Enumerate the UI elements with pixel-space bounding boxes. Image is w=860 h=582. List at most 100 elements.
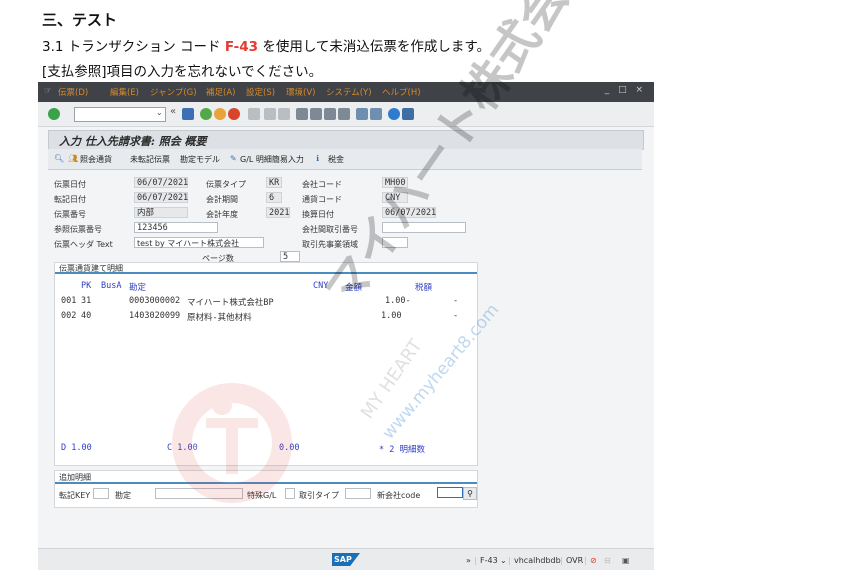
next-page-icon[interactable] xyxy=(324,108,336,120)
edit-icon[interactable]: ✎ xyxy=(230,154,237,163)
status-server: vhcalhdbdb xyxy=(514,556,561,565)
trans-type-field[interactable] xyxy=(345,488,371,499)
taxes-button[interactable]: 税金 xyxy=(328,154,344,165)
posting-date-label: 転記日付 xyxy=(54,195,86,204)
trading-partner-field[interactable] xyxy=(382,237,408,248)
display-currency-button[interactable]: 照会通貨 xyxy=(80,154,112,165)
screen-title: 入力 仕入先請求書: 照会 概要 xyxy=(59,135,207,148)
debit-total: D 1.00 xyxy=(61,443,92,453)
account-field[interactable] xyxy=(155,488,243,499)
col-busa: BusA xyxy=(101,281,122,291)
doc-type-field: KR xyxy=(266,177,282,188)
instruction-pre: 3.1 トランザクション コード xyxy=(42,39,225,55)
people-icon[interactable]: 👥︎ xyxy=(68,154,78,163)
col-amount: 金額 xyxy=(345,283,363,293)
col-pk: PK xyxy=(81,281,92,291)
credit-total: C 1.00 xyxy=(167,443,198,453)
header-text-field[interactable]: test by マイハート株式会社 xyxy=(134,237,264,248)
back-double-icon[interactable]: « xyxy=(170,106,176,117)
period-label: 会計期間 xyxy=(206,195,238,204)
row-name: マイハート株式会社BP xyxy=(187,298,274,308)
find-icon[interactable] xyxy=(264,108,276,120)
col-tax: 税額 xyxy=(415,283,433,293)
additional-items-section: 追加明細 転記KEY 勘定 特殊G/L 取引タイプ 新会社code ⚲ xyxy=(54,470,478,508)
section-heading: 三、テスト xyxy=(42,11,118,29)
parked-documents-button[interactable]: 未転記伝票 xyxy=(130,154,170,165)
menu-goto[interactable]: ジャンプ(G) xyxy=(150,86,197,98)
transaction-code: F-43 xyxy=(224,39,259,55)
doc-no-label: 伝票番号 xyxy=(54,210,86,219)
menu-icon[interactable]: ☞ xyxy=(44,86,52,96)
cancel-icon[interactable] xyxy=(228,108,240,120)
expand-icon[interactable]: » xyxy=(466,556,471,565)
instruction-post: を使用して未消込伝票を作成します。 xyxy=(258,39,491,55)
menu-settings[interactable]: 設定(S) xyxy=(246,86,275,98)
row-pk: 40 xyxy=(81,311,92,321)
command-field[interactable] xyxy=(74,107,166,122)
layout-icon[interactable] xyxy=(402,108,414,120)
row-pk: 31 xyxy=(81,296,92,306)
last-page-icon[interactable] xyxy=(338,108,350,120)
translation-date-label: 換算日付 xyxy=(302,210,334,219)
menu-system[interactable]: システム(Y) xyxy=(326,86,372,98)
chevron-down-icon[interactable]: ⌄ xyxy=(156,108,163,117)
doc-no-field: 内部 xyxy=(134,207,188,218)
special-gl-label: 特殊G/L xyxy=(247,491,277,500)
posting-key-label: 転記KEY xyxy=(59,491,91,500)
new-company-field[interactable] xyxy=(437,487,463,498)
display-icon[interactable]: ▣ xyxy=(622,556,630,565)
reference-field[interactable]: 123456 xyxy=(134,222,218,233)
new-session-icon[interactable] xyxy=(356,108,368,120)
row-account: 1403020099 xyxy=(129,311,181,321)
shortcut-icon[interactable] xyxy=(370,108,382,120)
doc-date-field: 06/07/2021 xyxy=(134,177,188,188)
help-icon[interactable] xyxy=(388,108,400,120)
row-account: 0003000002 xyxy=(129,296,181,306)
status-tcode: F-43 xyxy=(480,556,498,565)
gl-fast-entry-button[interactable]: G/L 明細簡易入力 xyxy=(240,154,304,165)
lock-icon: ⊘ xyxy=(590,556,597,565)
posting-key-field[interactable] xyxy=(93,488,109,499)
menu-environment[interactable]: 環境(V) xyxy=(286,86,315,98)
status-bar: SAP » | F-43 ⌄ | vhcalhdbdb | OVR | ⊘ ⊟ … xyxy=(38,548,654,570)
system-toolbar: ⌄ « xyxy=(38,102,654,127)
menu-edit[interactable]: 編集(E) xyxy=(110,86,139,98)
instruction-line-1: 3.1 トランザクション コード F-43 を使用して未消込伝票を作成します。 xyxy=(42,35,490,55)
company-code-label: 会社コード xyxy=(302,180,342,189)
special-gl-field[interactable] xyxy=(285,488,295,499)
col-account: 勘定 xyxy=(129,283,147,293)
account-model-button[interactable]: 勘定モデル xyxy=(180,154,220,165)
items-count: * 2 明細数 xyxy=(379,445,425,455)
translation-date-field: 06/07/2021 xyxy=(382,207,436,218)
trading-partner-label: 取引先事業領域 xyxy=(302,240,358,249)
trans-type-label: 取引タイプ xyxy=(299,491,339,500)
pages-field[interactable]: 5 xyxy=(280,251,300,262)
info-icon[interactable]: ℹ xyxy=(316,154,319,163)
menu-document[interactable]: 伝票(D) xyxy=(58,86,88,98)
magnifier-icon[interactable]: 🔍︎ xyxy=(54,154,64,163)
screen-title-bar: 入力 仕入先請求書: 照会 概要 xyxy=(48,130,644,150)
period-field: 6 xyxy=(266,192,282,203)
first-page-icon[interactable] xyxy=(296,108,308,120)
menu-help[interactable]: ヘルプ(H) xyxy=(382,86,421,98)
currency-label: 通貨コード xyxy=(302,195,342,204)
save-icon[interactable] xyxy=(182,108,194,120)
status-mode: OVR xyxy=(566,556,584,565)
fiscal-year-field: 2021 xyxy=(266,207,290,218)
menu-extras[interactable]: 補足(A) xyxy=(206,86,235,98)
chevron-down-icon[interactable]: ⌄ xyxy=(500,556,507,565)
intercompany-field[interactable] xyxy=(382,222,466,233)
find-next-icon[interactable] xyxy=(278,108,290,120)
items-section-title: 伝票通貨建て明細 xyxy=(55,263,477,274)
enter-icon[interactable] xyxy=(48,108,60,120)
exit-icon[interactable] xyxy=(214,108,226,120)
window-controls-icon[interactable]: _ □ × xyxy=(605,85,646,95)
search-help-icon[interactable]: ⚲ xyxy=(463,487,477,500)
prev-page-icon[interactable] xyxy=(310,108,322,120)
balance: 0.00 xyxy=(279,443,300,453)
print-icon[interactable] xyxy=(248,108,260,120)
layout-icon[interactable]: ⊟ xyxy=(604,556,611,565)
col-currency: CNY xyxy=(313,281,329,291)
header-text-label: 伝票ヘッダ Text xyxy=(54,240,113,249)
back-icon[interactable] xyxy=(200,108,212,120)
